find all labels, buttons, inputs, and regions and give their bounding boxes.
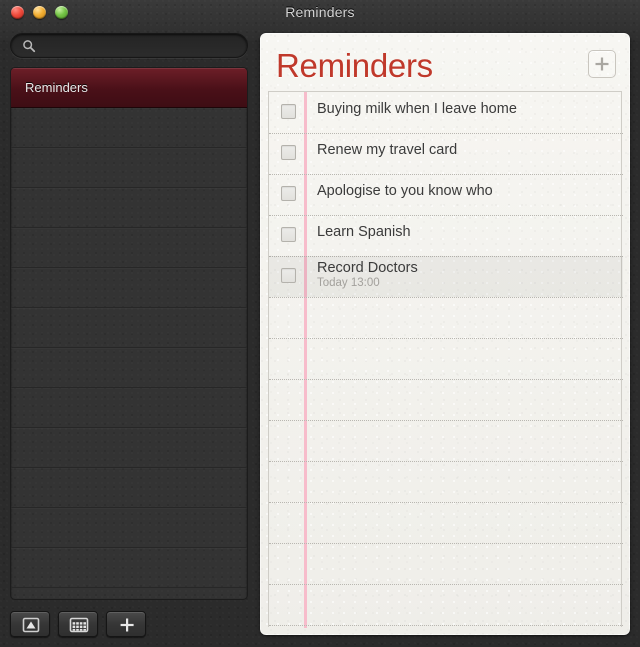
- sidebar-empty-row[interactable]: [11, 308, 247, 348]
- reminders-window: Reminders Reminders Reminders Buying mil…: [0, 0, 640, 647]
- reminder-title: Apologise to you know who: [317, 183, 493, 199]
- reminder-checkbox[interactable]: [281, 186, 296, 201]
- reminder-title: Renew my travel card: [317, 142, 458, 158]
- rule-line: [269, 625, 623, 626]
- sidebar-empty-row[interactable]: [11, 468, 247, 508]
- reminder-row[interactable]: Renew my travel card: [269, 133, 623, 174]
- sidebar-empty-row[interactable]: [11, 548, 247, 588]
- rule-line: [269, 379, 623, 380]
- reminder-row[interactable]: Buying milk when I leave home: [269, 92, 623, 133]
- rule-line: [269, 584, 623, 585]
- sidebar-empty-row[interactable]: [11, 508, 247, 548]
- reminder-row[interactable]: Record Doctors Today 13:00: [269, 256, 623, 297]
- search-icon: [23, 40, 36, 53]
- sidebar-empty-row[interactable]: [11, 228, 247, 268]
- plus-icon: [595, 57, 609, 71]
- reminder-checkbox[interactable]: [281, 227, 296, 242]
- reminder-checkbox[interactable]: [281, 268, 296, 283]
- reminder-row[interactable]: Apologise to you know who: [269, 174, 623, 215]
- add-list-button[interactable]: [106, 611, 146, 637]
- window-title: Reminders: [285, 4, 355, 20]
- sidebar-empty-row[interactable]: [11, 428, 247, 468]
- search-input[interactable]: [43, 37, 243, 57]
- reminder-checkbox[interactable]: [281, 145, 296, 160]
- list-panel: Reminders: [10, 67, 248, 600]
- rule-line: [269, 297, 623, 298]
- sidebar-empty-row[interactable]: [11, 148, 247, 188]
- triangle-up-in-box-icon: [22, 617, 40, 633]
- reminder-due-date: Today 13:00: [317, 277, 380, 289]
- rule-line: [269, 461, 623, 462]
- rule-line: [269, 502, 623, 503]
- plus-icon: [120, 618, 134, 632]
- sidebar-empty-row[interactable]: [11, 348, 247, 388]
- sidebar-empty-row[interactable]: [11, 108, 247, 148]
- page-title: Reminders: [276, 47, 433, 84]
- search-field[interactable]: [10, 33, 248, 58]
- calendar-button[interactable]: [58, 611, 98, 637]
- sidebar-empty-row[interactable]: [11, 268, 247, 308]
- reminder-sheet: Buying milk when I leave home Renew my t…: [268, 91, 623, 628]
- reminder-checkbox[interactable]: [281, 104, 296, 119]
- reminder-row[interactable]: Learn Spanish: [269, 215, 623, 256]
- reminders-paper-panel: Reminders Buying milk when I leave home …: [260, 33, 630, 635]
- sidebar-empty-row[interactable]: [11, 188, 247, 228]
- rule-line: [269, 543, 623, 544]
- reminder-title: Learn Spanish: [317, 224, 411, 240]
- reveal-button[interactable]: [10, 611, 50, 637]
- title-bar: Reminders: [0, 0, 640, 29]
- reminder-title: Buying milk when I leave home: [317, 101, 517, 117]
- sidebar-item-label: Reminders: [25, 80, 88, 95]
- rule-line: [269, 338, 623, 339]
- sidebar: Reminders: [0, 29, 258, 647]
- sidebar-empty-row[interactable]: [11, 388, 247, 428]
- reminder-title: Record Doctors: [317, 260, 418, 276]
- calendar-grid-icon: [69, 617, 89, 633]
- rule-line: [269, 420, 623, 421]
- add-reminder-button[interactable]: [588, 50, 616, 78]
- sidebar-item-reminders[interactable]: Reminders: [11, 68, 247, 108]
